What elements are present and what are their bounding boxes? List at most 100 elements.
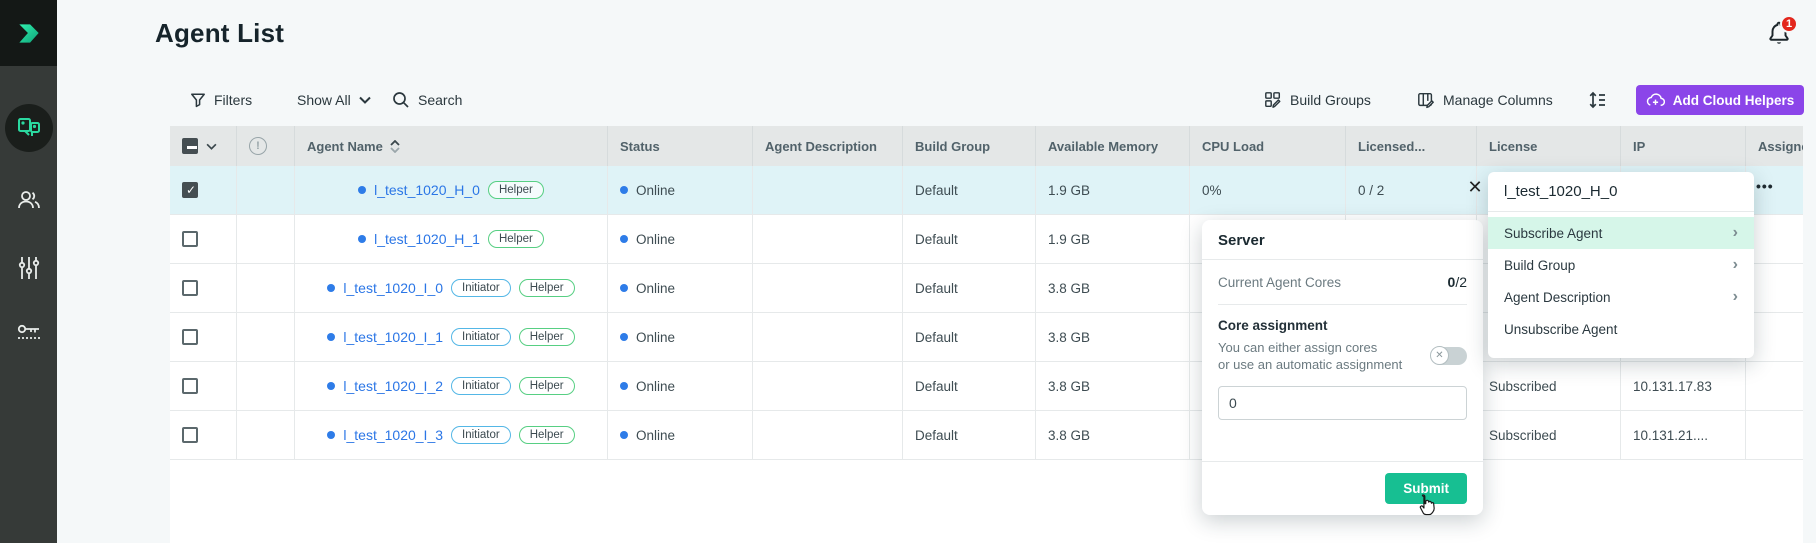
agent-name-link[interactable]: l_test_1020_I_1 (343, 329, 443, 345)
agent-status-dot (327, 284, 335, 292)
sidebar-item-users[interactable] (0, 186, 57, 214)
column-header-Agent Name[interactable]: Agent Name (295, 126, 608, 166)
show-all-dropdown[interactable]: Show All (297, 85, 371, 115)
build-groups-label: Build Groups (1290, 92, 1371, 108)
agent-name-link[interactable]: l_test_1020_H_1 (374, 231, 480, 247)
memory-cell: 3.8 GB (1036, 411, 1190, 459)
column-label: Available Memory (1048, 139, 1158, 154)
column-header-Status[interactable]: Status (608, 126, 753, 166)
sidebar-item-agents[interactable] (0, 104, 57, 152)
column-header-Licensed...[interactable]: Licensed... (1346, 126, 1477, 166)
assigned-cell (1746, 362, 1803, 410)
licensed-cores-cell: 0 / 2 (1346, 166, 1477, 214)
filters-button[interactable]: Filters (190, 85, 252, 115)
status-text: Online (636, 379, 675, 394)
agent-name-link[interactable]: l_test_1020_I_0 (343, 280, 443, 296)
brand-logo-icon (14, 18, 44, 48)
menu-item-label: Agent Description (1504, 290, 1611, 305)
notifications-button[interactable]: 1 (1766, 20, 1796, 50)
status-cell: Online (608, 411, 753, 459)
agent-name-link[interactable]: l_test_1020_I_3 (343, 427, 443, 443)
build-groups-button[interactable]: Build Groups (1264, 85, 1371, 115)
online-dot (620, 431, 628, 439)
menu-item-unsubscribe-agent[interactable]: Unsubscribe Agent (1488, 313, 1754, 345)
cloud-plus-icon (1646, 93, 1665, 108)
manage-columns-button[interactable]: Manage Columns (1417, 85, 1553, 115)
status-text: Online (636, 183, 675, 198)
automatic-assignment-toggle[interactable]: ✕ (1431, 347, 1467, 365)
kebab-menu-icon[interactable]: ••• (1756, 178, 1774, 194)
active-indicator (5, 104, 53, 152)
agent-row[interactable]: l_test_1020_I_2InitiatorHelperOnlineDefa… (170, 362, 1803, 411)
online-dot (620, 382, 628, 390)
menu-item-agent-description[interactable]: Agent Description› (1488, 281, 1754, 313)
agent-row[interactable]: l_test_1020_I_3InitiatorHelperOnlineDefa… (170, 411, 1803, 460)
select-all-checkbox[interactable] (182, 138, 198, 154)
ip-cell: 10.131.21.... (1621, 411, 1746, 459)
chevron-down-icon (359, 96, 371, 104)
status-text: Online (636, 232, 675, 247)
column-header-License[interactable]: License (1477, 126, 1621, 166)
select-cell (170, 166, 237, 214)
column-header-CPU Load[interactable]: CPU Load (1190, 126, 1346, 166)
sidebar-item-license[interactable] (0, 321, 57, 347)
filter-funnel-icon (190, 92, 206, 108)
agent-name-link[interactable]: l_test_1020_H_0 (374, 182, 480, 198)
sidebar (0, 0, 57, 543)
column-header-Assigned[interactable]: Assigned (1746, 126, 1803, 166)
memory-cell: 3.8 GB (1036, 313, 1190, 361)
row-checkbox[interactable] (182, 231, 198, 247)
description-cell (753, 411, 903, 459)
sidebar-item-settings[interactable] (0, 254, 57, 282)
agent-name-cell: l_test_1020_I_3InitiatorHelper (295, 411, 608, 459)
ip-cell: 10.131.17.83 (1621, 362, 1746, 410)
menu-item-subscribe-agent[interactable]: Subscribe Agent› (1488, 217, 1754, 249)
build-group-cell: Default (903, 166, 1036, 214)
row-checkbox[interactable] (182, 329, 198, 345)
cores-input[interactable] (1218, 386, 1467, 420)
page-title: Agent List (155, 18, 284, 49)
column-header-Agent Description[interactable]: Agent Description (753, 126, 903, 166)
column-header-Available Memory[interactable]: Available Memory (1036, 126, 1190, 166)
initiator-badge: Initiator (451, 279, 511, 297)
assigned-cell (1746, 166, 1803, 214)
table-empty-area (170, 460, 1803, 543)
license-cell: Subscribed (1477, 362, 1621, 410)
agent-name-cell: l_test_1020_I_0InitiatorHelper (295, 264, 608, 312)
row-checkbox[interactable] (182, 378, 198, 394)
column-label: Agent Description (765, 139, 877, 154)
column-header-Build Group[interactable]: Build Group (903, 126, 1036, 166)
row-checkbox[interactable] (182, 280, 198, 296)
column-header-alert[interactable]: ! (237, 126, 295, 166)
row-checkbox[interactable] (182, 427, 198, 443)
chevron-down-icon[interactable] (206, 143, 217, 150)
brand-logo[interactable] (0, 0, 57, 66)
agent-name-link[interactable]: l_test_1020_I_2 (343, 378, 443, 394)
add-cloud-helpers-button[interactable]: Add Cloud Helpers (1636, 85, 1804, 115)
row-height-button[interactable] (1588, 85, 1606, 115)
status-cell: Online (608, 166, 753, 214)
helper-badge: Helper (488, 230, 544, 248)
agent-status-dot (358, 186, 366, 194)
column-label: Agent Name (307, 139, 383, 154)
assigned-cell (1746, 313, 1803, 361)
online-dot (620, 284, 628, 292)
initiator-badge: Initiator (451, 328, 511, 346)
core-assignment-title: Core assignment (1202, 305, 1483, 339)
column-header-select[interactable] (170, 126, 237, 166)
table-header-row: ! Agent Name Status Agent Description Build … (170, 126, 1803, 166)
column-header-IP[interactable]: IP (1621, 126, 1746, 166)
info-alert-icon: ! (249, 137, 267, 155)
sort-icon[interactable] (390, 140, 400, 153)
alert-cell (237, 313, 295, 361)
memory-cell: 3.8 GB (1036, 264, 1190, 312)
online-dot (620, 235, 628, 243)
submit-button[interactable]: Submit (1385, 473, 1467, 504)
menu-item-build-group[interactable]: Build Group› (1488, 249, 1754, 281)
helper-badge: Helper (519, 426, 575, 444)
search-input[interactable]: Search (392, 85, 462, 115)
license-key-icon (15, 321, 43, 347)
status-cell: Online (608, 313, 753, 361)
close-icon[interactable]: ✕ (1464, 176, 1486, 198)
row-checkbox[interactable] (182, 182, 198, 198)
